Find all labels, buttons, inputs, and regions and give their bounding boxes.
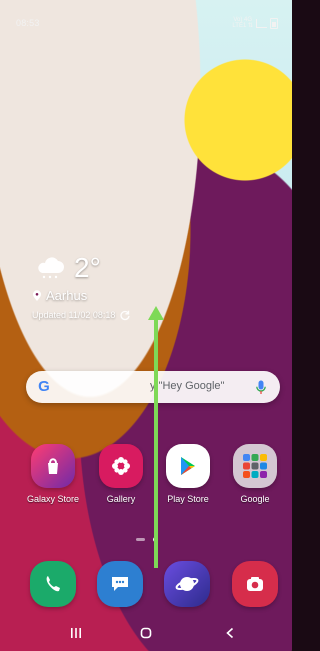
dock-messages[interactable] — [89, 561, 151, 607]
messages-icon — [97, 561, 143, 607]
battery-icon — [270, 17, 278, 29]
cloud-snow-icon — [32, 257, 68, 279]
status-time: 08:53 — [16, 18, 40, 28]
network-indicator: Vo) 4G LTE1 ⇅ — [232, 17, 253, 29]
weather-location: Aarhus — [32, 288, 131, 303]
network-label-lte: LTE1 ⇅ — [232, 23, 253, 29]
status-icons: Vo) 4G LTE1 ⇅ — [232, 17, 278, 29]
camera-icon — [232, 561, 278, 607]
weather-updated-label: Updated 11/02 08:18 — [32, 310, 116, 320]
play-store-icon — [166, 444, 210, 488]
status-bar: 08:53 Vo) 4G LTE1 ⇅ — [0, 0, 292, 34]
internet-icon — [164, 561, 210, 607]
app-google-folder[interactable]: Google — [224, 444, 286, 504]
weather-widget[interactable]: 2° Aarhus Updated 11/02 08:18 — [32, 254, 131, 321]
weather-updated: Updated 11/02 08:18 — [32, 309, 131, 321]
google-folder-icon — [233, 444, 277, 488]
app-label: Galaxy Store — [26, 494, 80, 504]
navigation-bar — [0, 613, 292, 651]
phone-icon — [30, 561, 76, 607]
home-icon — [140, 627, 152, 639]
page-indicator-line — [136, 537, 145, 541]
app-label: Play Store — [167, 494, 209, 504]
google-g-icon: G — [38, 378, 50, 395]
recents-button[interactable] — [56, 621, 96, 645]
back-button[interactable] — [210, 621, 250, 645]
mic-icon[interactable] — [254, 379, 268, 395]
app-play-store[interactable]: Play Store — [157, 444, 219, 504]
app-galaxy-store[interactable]: Galaxy Store — [22, 444, 84, 504]
back-icon — [226, 627, 234, 639]
weather-location-label: Aarhus — [46, 288, 88, 303]
app-label: Gallery — [106, 494, 136, 504]
app-label: Google — [240, 494, 270, 504]
shopping-bag-icon — [31, 444, 75, 488]
dock-camera[interactable] — [224, 561, 286, 607]
swipe-up-arrow-icon — [148, 306, 164, 568]
dock-phone[interactable] — [22, 561, 84, 607]
flower-icon — [99, 444, 143, 488]
recents-icon — [71, 628, 81, 638]
app-gallery[interactable]: Gallery — [90, 444, 152, 504]
signal-icon — [256, 18, 267, 28]
weather-temperature: 2° — [74, 252, 101, 283]
refresh-icon[interactable] — [119, 309, 131, 321]
home-screen: 08:53 Vo) 4G LTE1 ⇅ 2° Aarhus Updated 11… — [0, 0, 292, 651]
location-pin-icon — [32, 289, 42, 302]
home-button[interactable] — [126, 621, 166, 645]
